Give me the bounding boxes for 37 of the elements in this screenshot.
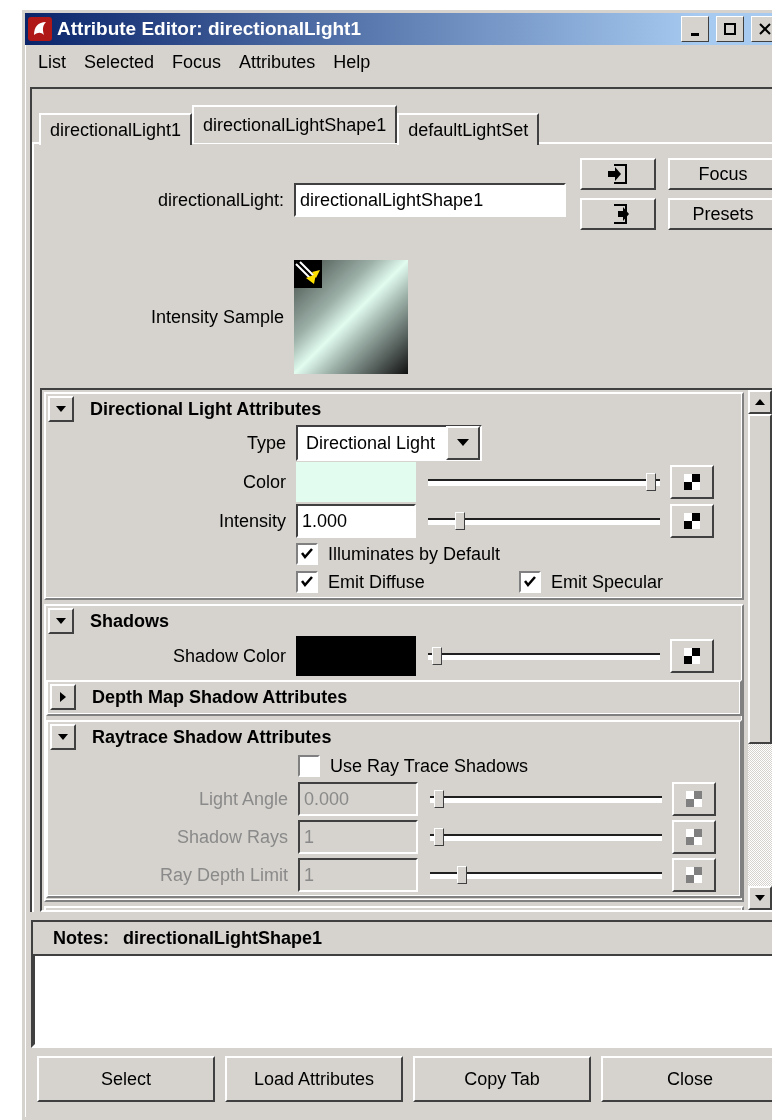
menu-item[interactable]: Help <box>324 51 380 73</box>
section-title: Shadows <box>90 610 169 632</box>
type-dropdown[interactable]: Directional Light <box>296 425 482 461</box>
node-name-field[interactable]: directionalLightShape1 <box>294 183 566 218</box>
notes-node-name: directionalLightShape1 <box>123 927 323 949</box>
section-title: Directional Light Attributes <box>90 398 322 420</box>
dialog-button[interactable]: Load Attributes <box>225 1056 403 1102</box>
dialog-button[interactable]: Close <box>601 1056 772 1102</box>
field-label: Ray Depth Limit <box>158 864 289 886</box>
window-title: Attribute Editor: directionalLight1 <box>57 18 362 40</box>
checkbox-label: Emit Diffuse <box>328 571 425 593</box>
tab[interactable]: defaultLightSet <box>397 113 540 145</box>
dialog-button[interactable]: Copy Tab <box>413 1056 591 1102</box>
tab[interactable]: directionalLight1 <box>39 113 193 145</box>
menu-item[interactable]: Focus <box>163 51 231 73</box>
checkbox-label: Emit Specular <box>551 571 664 593</box>
number-field[interactable]: 1.000 <box>296 504 416 538</box>
panel-button[interactable]: Presets <box>668 198 772 230</box>
checkbox-label: Illuminates by Default <box>328 543 501 565</box>
field-label: Color <box>242 471 287 493</box>
field-label: Shadow Color <box>171 645 287 667</box>
node-label: directionalLight: <box>156 189 285 211</box>
section-title: Raytrace Shadow Attributes <box>92 726 332 748</box>
field-label: Light Angle <box>197 788 289 810</box>
menu-item[interactable]: List <box>29 51 75 73</box>
menu-item[interactable]: Selected <box>75 51 164 73</box>
field-label: Type <box>245 432 287 454</box>
field-label: Shadow Rays <box>175 826 289 848</box>
menu-item[interactable]: Attributes <box>230 51 325 73</box>
dialog-button[interactable]: Select <box>37 1056 215 1102</box>
checkbox-label: Use Ray Trace Shadows <box>330 755 529 777</box>
tab[interactable]: directionalLightShape1 <box>192 105 398 143</box>
panel-button[interactable]: Focus <box>668 158 772 190</box>
sample-label: Intensity Sample <box>149 306 285 328</box>
section-title: Depth Map Shadow Attributes <box>92 686 348 708</box>
field-label: Intensity <box>217 510 287 532</box>
notes-label: Notes: <box>53 927 109 949</box>
